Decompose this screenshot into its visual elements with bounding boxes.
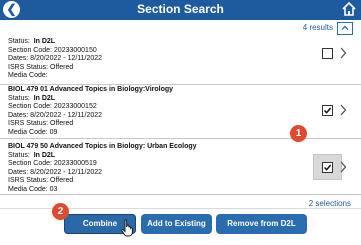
checkmark-icon <box>323 164 332 171</box>
isrs-status: ISRS Status: Offered <box>8 63 74 71</box>
select-checkbox[interactable] <box>322 105 333 116</box>
page-title: Section Search <box>137 2 224 16</box>
remove-from-d2l-button[interactable]: Remove from D2L <box>216 214 307 234</box>
scroll-up-button[interactable] <box>337 22 353 35</box>
section-dates: Dates: 8/20/2022 - 12/11/2022 <box>8 168 103 176</box>
media-code: Media Code: <box>8 72 48 79</box>
app-header: ❮ Section Search <box>0 0 361 20</box>
course-title: BIOL 479 01 Advanced Topics in Biology:V… <box>8 86 174 93</box>
home-button[interactable] <box>341 1 357 18</box>
isrs-status: ISRS Status: Offered <box>8 120 74 127</box>
section-card[interactable]: BIOL 479 50 Advanced Topics in Biology: … <box>0 139 361 195</box>
home-icon <box>342 1 356 16</box>
status-line: Status: In D2L <box>8 152 197 161</box>
callout-badge: 2 <box>52 203 69 220</box>
results-bar: 4 results <box>0 22 361 35</box>
status-value: In D2L <box>33 151 56 159</box>
status-label: Status: <box>8 38 30 45</box>
section-card[interactable]: Status: In D2L Section Code: 20233000150… <box>0 36 361 85</box>
isrs-status: ISRS Status: Offered <box>8 177 74 184</box>
status-value: In D2L <box>33 38 56 45</box>
status-value: In D2L <box>33 94 56 102</box>
section-dates: Dates: 8/20/2022 - 12/11/2022 <box>8 55 103 62</box>
status-label: Status: <box>8 151 30 159</box>
select-checkbox[interactable] <box>322 48 333 59</box>
status-line: Status: In D2L <box>8 95 173 104</box>
section-code: Section Code: 20233000519 <box>8 160 97 167</box>
results-count: 4 results <box>302 23 333 32</box>
callout-badge: 1 <box>290 125 307 142</box>
select-checkbox[interactable] <box>322 162 333 173</box>
hand-cursor-icon <box>121 219 133 237</box>
status-label: Status: <box>8 94 30 102</box>
status-line: Status: In D2L <box>8 38 102 47</box>
selection-count: 2 selections <box>308 199 351 208</box>
course-title: BIOL 479 50 Advanced Topics in Biology: … <box>8 143 197 150</box>
chevron-up-icon <box>341 25 349 30</box>
checkmark-icon <box>323 107 332 114</box>
section-code: Section Code: 20233000152 <box>8 103 97 110</box>
media-code: Media Code: 09 <box>8 128 58 136</box>
add-to-existing-button[interactable]: Add to Existing <box>141 214 212 234</box>
media-code: Media Code: 03 <box>8 185 58 193</box>
chevron-right-icon[interactable] <box>339 104 347 116</box>
chevron-right-icon[interactable] <box>339 47 347 59</box>
chevron-right-icon[interactable] <box>339 161 347 173</box>
section-dates: Dates: 8/20/2022 - 12/11/2022 <box>8 111 103 119</box>
section-code: Section Code: 20233000150 <box>8 46 97 54</box>
